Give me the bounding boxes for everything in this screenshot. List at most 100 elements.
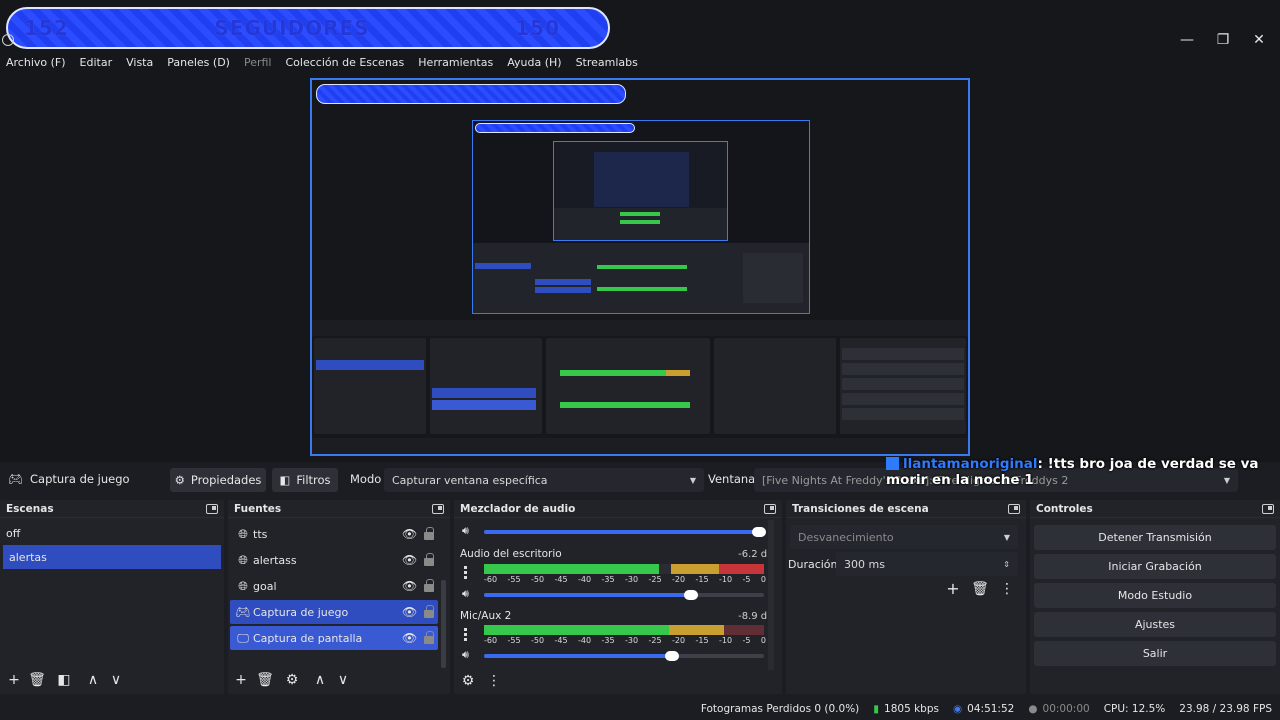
maximize-button[interactable]: ❐ [1208, 30, 1238, 50]
followers-goal-overlay: 152 SEGUIDORES 150 [6, 7, 610, 49]
globe-icon: 🌐︎ [238, 552, 248, 567]
undock-icon[interactable] [764, 503, 776, 514]
chevron-down-icon: ▼ [689, 475, 696, 485]
speaker-icon[interactable]: 🔊︎ [462, 524, 469, 538]
transitions-title: Transiciones de escena [792, 502, 929, 515]
dropped-frames: Fotogramas Perdidos 0 (0.0%) [700, 703, 860, 715]
trash-icon[interactable]: 🗑︎ [28, 671, 46, 689]
menu-vista[interactable]: Vista [126, 56, 153, 69]
channel-name: Mic/Aux 2 [460, 610, 512, 622]
sources-header: Fuentes [228, 500, 450, 518]
more-options-icon[interactable]: ⋮ [485, 672, 503, 690]
undock-icon[interactable] [206, 503, 218, 514]
trash-icon[interactable]: 🗑︎ [971, 580, 989, 598]
speaker-icon[interactable]: 🔊︎ [462, 587, 469, 601]
app-icon [2, 34, 14, 46]
menu-ayuda[interactable]: Ayuda (H) [507, 56, 561, 69]
scrollbar[interactable] [441, 580, 446, 668]
bitrate-status: ▮ 1805 kbps [873, 703, 939, 715]
lock-icon[interactable] [424, 553, 434, 566]
source-item-tts[interactable]: 🌐︎ tts 👁 [230, 522, 438, 546]
source-item-captura-juego[interactable]: 🎮︎ Captura de juego 👁 [230, 600, 438, 624]
channel-name: Audio del escritorio [460, 548, 562, 560]
chat-overlay: llantamanoriginal: !tts bro joa de verda… [886, 456, 1280, 488]
menu-perfil[interactable]: Perfil [244, 56, 272, 69]
volume-slider[interactable] [484, 527, 766, 537]
mixer-title: Mezclador de audio [460, 502, 576, 515]
stream-time: ◉ 04:51:52 [953, 703, 1015, 715]
more-options-icon[interactable] [464, 566, 467, 579]
minimize-button[interactable]: — [1172, 30, 1202, 50]
close-button[interactable]: ✕ [1244, 30, 1274, 50]
start-recording-button[interactable]: Iniciar Grabación [1034, 554, 1276, 579]
followers-count-right: 150 [515, 16, 560, 40]
preview-mirror-overlay [316, 84, 626, 104]
audio-mixer-panel: Mezclador de audio 🔊︎ Audio del escritor… [454, 500, 782, 694]
trash-icon[interactable]: 🗑︎ [256, 671, 274, 689]
gear-icon[interactable]: ⚙ [459, 672, 477, 690]
gear-icon: ⚙ [174, 473, 185, 487]
add-icon[interactable]: + [944, 580, 962, 598]
add-icon[interactable]: + [5, 671, 23, 689]
chevron-up-icon[interactable]: ∧ [84, 671, 102, 689]
gear-icon[interactable]: ⚙ [283, 671, 301, 689]
menu-paneles[interactable]: Paneles (D) [167, 56, 230, 69]
menu-coleccion-escenas[interactable]: Colección de Escenas [286, 56, 405, 69]
eye-icon[interactable]: 👁 [402, 632, 417, 644]
more-options-icon[interactable]: ⋮ [998, 580, 1016, 598]
source-item-goal[interactable]: 🌐︎ goal 👁 [230, 574, 438, 598]
duration-input[interactable]: 300 ms ⇕ [836, 552, 1018, 576]
sources-panel: Fuentes 🌐︎ tts 👁 🌐︎ alertass 👁 🌐︎ goal 👁… [228, 500, 450, 694]
selected-source-name: Captura de juego [30, 472, 130, 486]
preview-mirror [312, 80, 968, 454]
lock-icon[interactable] [424, 527, 434, 540]
studio-mode-button[interactable]: Modo Estudio [1034, 583, 1276, 608]
mode-value: Capturar ventana específica [392, 473, 548, 487]
record-icon: ● [1028, 703, 1038, 715]
controls-title: Controles [1036, 502, 1093, 515]
undock-icon[interactable] [1262, 503, 1274, 514]
filter-icon[interactable]: ◧ [55, 671, 73, 689]
transition-select[interactable]: Desvanecimiento ▼ [790, 525, 1018, 549]
exit-button[interactable]: Salir [1034, 641, 1276, 666]
scenes-panel: Escenas off alertas + 🗑︎ ◧ ∧ ∨ [0, 500, 224, 694]
chevron-down-icon[interactable]: ∨ [107, 671, 125, 689]
mode-select[interactable]: Capturar ventana específica ▼ [384, 468, 704, 492]
menu-editar[interactable]: Editar [80, 56, 113, 69]
lock-icon[interactable] [424, 579, 434, 592]
stream-preview[interactable] [310, 78, 970, 456]
menu-herramientas[interactable]: Herramientas [418, 56, 493, 69]
add-icon[interactable]: + [232, 671, 250, 689]
filters-button[interactable]: ◧ Filtros [272, 468, 338, 492]
controls-header: Controles [1030, 500, 1280, 518]
source-item-alertass[interactable]: 🌐︎ alertass 👁 [230, 548, 438, 572]
scenes-title: Escenas [6, 502, 54, 515]
scene-item-alertas[interactable]: alertas [3, 545, 221, 569]
stop-stream-button[interactable]: Detener Transmisión [1034, 525, 1276, 550]
eye-icon[interactable]: 👁 [402, 606, 417, 618]
scene-item-off[interactable]: off [0, 521, 224, 545]
chevron-up-icon[interactable]: ∧ [311, 671, 329, 689]
volume-slider[interactable] [484, 651, 764, 661]
undock-icon[interactable] [1008, 503, 1020, 514]
menu-archivo[interactable]: Archivo (F) [6, 56, 66, 69]
speaker-icon[interactable]: 🔊︎ [462, 648, 469, 662]
source-label: alertass [253, 553, 297, 567]
audio-meter [484, 625, 764, 635]
eye-icon[interactable]: 👁 [402, 528, 417, 540]
lock-icon[interactable] [424, 605, 434, 618]
lock-icon[interactable] [424, 631, 434, 644]
properties-button[interactable]: ⚙ Propiedades [170, 468, 266, 492]
status-bar: Fotogramas Perdidos 0 (0.0%) ▮ 1805 kbps … [0, 698, 1280, 720]
chevron-down-icon[interactable]: ∨ [334, 671, 352, 689]
scrollbar[interactable] [768, 520, 774, 670]
eye-icon[interactable]: 👁 [402, 554, 417, 566]
cpu-usage: CPU: 12.5% [1103, 703, 1166, 715]
menu-streamlabs[interactable]: Streamlabs [576, 56, 638, 69]
undock-icon[interactable] [432, 503, 444, 514]
volume-slider[interactable] [484, 590, 764, 600]
more-options-icon[interactable] [464, 628, 467, 641]
settings-button[interactable]: Ajustes [1034, 612, 1276, 637]
eye-icon[interactable]: 👁 [402, 580, 417, 592]
source-item-captura-pantalla[interactable]: 🖵︎ Captura de pantalla 👁 [230, 626, 438, 650]
